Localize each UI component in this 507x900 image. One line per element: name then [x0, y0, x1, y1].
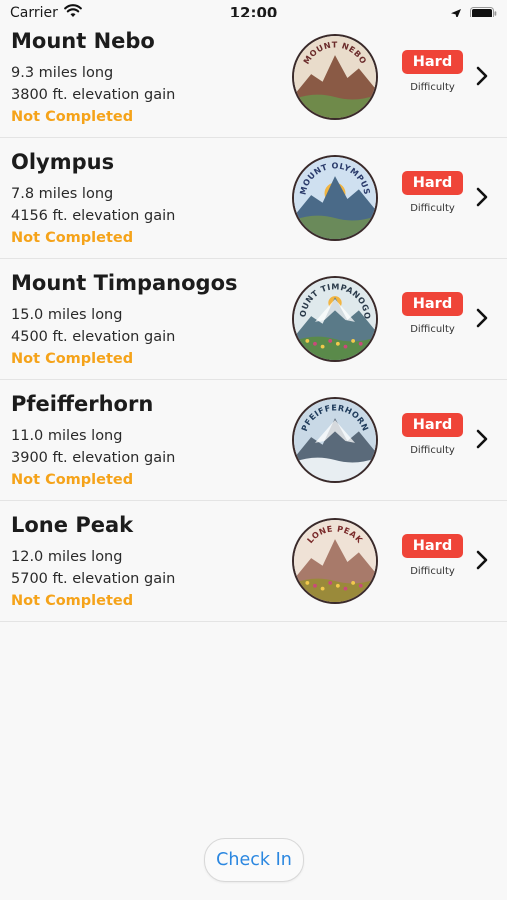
difficulty-caption: Difficulty [410, 566, 455, 577]
pfeifferhorn-badge-icon: PFEIFFERHORN [292, 397, 378, 483]
mount-olympus-badge-icon: MOUNT OLYMPUS [292, 155, 378, 241]
mount-timpanogos-badge-icon: MOUNT TIMPANOGOS [292, 276, 378, 362]
trail-name: Pfeifferhorn [11, 392, 154, 416]
trail-elevation-gain: 5700 ft. elevation gain [11, 571, 176, 587]
chevron-right-icon [474, 65, 490, 87]
chevron-right-icon [474, 428, 490, 450]
trail-elevation-gain: 4156 ft. elevation gain [11, 208, 176, 224]
difficulty-caption: Difficulty [410, 203, 455, 214]
trail-length: 7.8 miles long [11, 186, 114, 202]
trail-name: Mount Timpanogos [11, 271, 238, 295]
trail-row-pfeifferhorn[interactable]: Pfeifferhorn 11.0 miles long 3900 ft. el… [0, 380, 507, 501]
chevron-right-icon [474, 186, 490, 208]
trail-elevation-gain: 3900 ft. elevation gain [11, 450, 176, 466]
difficulty-badge: Hard [402, 292, 463, 316]
trail-elevation-gain: 4500 ft. elevation gain [11, 329, 176, 345]
completion-status: Not Completed [11, 230, 134, 246]
trail-list: Mount Nebo 9.3 miles long 3800 ft. eleva… [0, 17, 507, 622]
trail-row-mount-nebo[interactable]: Mount Nebo 9.3 miles long 3800 ft. eleva… [0, 17, 507, 138]
completion-status: Not Completed [11, 351, 134, 367]
completion-status: Not Completed [11, 593, 134, 609]
difficulty-caption: Difficulty [410, 324, 455, 335]
trail-row-olympus[interactable]: Olympus 7.8 miles long 4156 ft. elevatio… [0, 138, 507, 259]
check-in-button[interactable]: Check In [204, 838, 304, 882]
difficulty-caption: Difficulty [410, 445, 455, 456]
lone-peak-badge-icon: LONE PEAK [292, 518, 378, 604]
completion-status: Not Completed [11, 109, 134, 125]
trail-length: 15.0 miles long [11, 307, 123, 323]
trail-name: Mount Nebo [11, 29, 155, 53]
trail-row-lone-peak[interactable]: Lone Peak 12.0 miles long 5700 ft. eleva… [0, 501, 507, 622]
trail-row-mount-timpanogos[interactable]: Mount Timpanogos 15.0 miles long 4500 ft… [0, 259, 507, 380]
mount-nebo-badge-icon: MOUNT NEBO [292, 34, 378, 120]
difficulty-caption: Difficulty [410, 82, 455, 93]
trail-length: 12.0 miles long [11, 549, 123, 565]
completion-status: Not Completed [11, 472, 134, 488]
trail-length: 9.3 miles long [11, 65, 114, 81]
trail-name: Lone Peak [11, 513, 134, 537]
difficulty-badge: Hard [402, 50, 463, 74]
difficulty-badge: Hard [402, 171, 463, 195]
difficulty-badge: Hard [402, 413, 463, 437]
chevron-right-icon [474, 307, 490, 329]
trail-length: 11.0 miles long [11, 428, 123, 444]
trail-name: Olympus [11, 150, 115, 174]
difficulty-badge: Hard [402, 534, 463, 558]
chevron-right-icon [474, 549, 490, 571]
trail-elevation-gain: 3800 ft. elevation gain [11, 87, 176, 103]
